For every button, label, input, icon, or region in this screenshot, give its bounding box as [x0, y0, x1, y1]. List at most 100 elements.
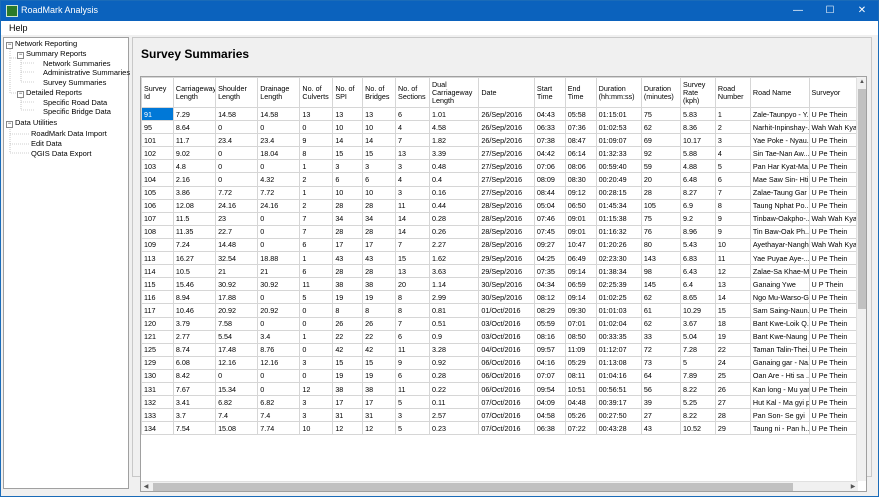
table-cell[interactable]: 08:30	[564, 172, 597, 187]
table-cell[interactable]: 10	[332, 120, 364, 135]
table-cell[interactable]: U Pe Thein	[808, 106, 859, 122]
table-cell[interactable]: 01:16:32	[595, 224, 642, 239]
table-cell[interactable]: 29/Sep/2016	[478, 251, 535, 266]
table-cell[interactable]: 5.04	[679, 329, 716, 344]
table-cell[interactable]: 109	[141, 237, 174, 253]
table-cell[interactable]: 5	[299, 290, 334, 305]
table-cell[interactable]: 28/Sep/2016	[478, 224, 535, 239]
table-cell[interactable]: 07/Oct/2016	[478, 408, 535, 423]
table-cell[interactable]: 3.79	[172, 316, 217, 331]
table-cell[interactable]: 12.16	[215, 355, 259, 370]
table-cell[interactable]: 12.08	[172, 198, 217, 213]
table-cell[interactable]: 0.11	[428, 395, 480, 410]
table-cell[interactable]: U Pe Thein	[808, 185, 859, 200]
table-cell[interactable]: 64	[640, 368, 681, 383]
table-cell[interactable]: 09:57	[533, 342, 566, 357]
table-cell[interactable]: 04:48	[564, 395, 597, 410]
table-cell[interactable]: 4.8	[172, 159, 217, 174]
table-cell[interactable]: 3.7	[172, 408, 217, 423]
table-cell[interactable]: 143	[640, 251, 681, 266]
table-cell[interactable]: 27	[714, 395, 751, 410]
table-cell[interactable]: Pan Har Kyat-Ma...	[749, 159, 810, 174]
table-cell[interactable]: 0.44	[428, 198, 480, 213]
table-cell[interactable]: U Pe Thein	[808, 355, 859, 370]
table-cell[interactable]: 8.36	[679, 120, 716, 135]
table-cell[interactable]: 10:47	[564, 237, 597, 253]
table-cell[interactable]: 9.2	[679, 211, 716, 226]
table-cell[interactable]: 2.27	[428, 237, 480, 253]
table-cell[interactable]: 7.58	[215, 316, 259, 331]
table-cell[interactable]: 8.27	[679, 185, 716, 200]
table-cell[interactable]: 27/Sep/2016	[478, 172, 535, 187]
table-cell[interactable]: Pan Son- Se gyi	[749, 408, 810, 423]
table-row[interactable]: 115 15.46 30.92 30.92 11 38 38 20 1.14 30/Sep/201…	[141, 277, 859, 292]
table-cell[interactable]: 04:58	[533, 408, 566, 423]
table-cell[interactable]: 4	[395, 120, 430, 135]
table-cell[interactable]: 8	[714, 198, 751, 213]
table-cell[interactable]: 08:44	[533, 185, 566, 200]
table-cell[interactable]: 106	[141, 198, 174, 213]
table-cell[interactable]: 0	[299, 342, 334, 357]
table-cell[interactable]: 0	[215, 120, 259, 135]
table-cell[interactable]: U Pe Thein	[808, 421, 859, 436]
table-cell[interactable]: 7	[299, 224, 334, 239]
table-cell[interactable]: 20.92	[257, 303, 301, 318]
table-cell[interactable]: 6	[362, 172, 397, 187]
table-cell[interactable]: 00:43:28	[595, 421, 642, 436]
table-cell[interactable]: 01:20:26	[595, 237, 642, 253]
tree-detailed-reports[interactable]: − Detailed Reports	[17, 88, 82, 98]
table-cell[interactable]: U Pe Thein	[808, 172, 859, 187]
table-cell[interactable]: 14	[714, 290, 751, 305]
table-cell[interactable]: Wah Wah Kyaw	[808, 211, 859, 226]
table-cell[interactable]: 00:28:15	[595, 185, 642, 200]
table-cell[interactable]: 11	[714, 251, 751, 266]
table-cell[interactable]: 3	[332, 159, 364, 174]
table-cell[interactable]: 0	[215, 172, 259, 187]
table-cell[interactable]: 101	[141, 133, 174, 148]
table-cell[interactable]: 0	[257, 159, 301, 174]
table-cell[interactable]: 145	[640, 277, 681, 292]
collapse-icon[interactable]: −	[6, 42, 13, 49]
table-row[interactable]: 125 8.74 17.48 8.76 0 42 42 11 3.28 04/Oct/2016 09…	[141, 342, 859, 357]
table-cell[interactable]: 5.88	[679, 146, 716, 161]
table-cell[interactable]: 01:02:04	[595, 316, 642, 331]
table-cell[interactable]: Sam Saing-Naun...	[749, 303, 810, 318]
table-cell[interactable]: 0.92	[428, 355, 480, 370]
table-cell[interactable]: 115	[141, 277, 174, 292]
table-cell[interactable]: 24.16	[215, 198, 259, 213]
table-cell[interactable]: 27/Sep/2016	[478, 185, 535, 200]
column-header[interactable]: Carriageway Length	[172, 77, 217, 108]
table-cell[interactable]: 0.9	[428, 329, 480, 344]
column-header[interactable]: No. of SPI	[332, 77, 364, 108]
table-cell[interactable]: 28	[714, 408, 751, 423]
table-cell[interactable]: 01:45:34	[595, 198, 642, 213]
table-cell[interactable]: 98	[640, 264, 681, 279]
table-row[interactable]: 132 3.41 6.82 6.82 3 17 17 5 0.11 07/Oct/2016 04:0…	[141, 395, 859, 410]
table-cell[interactable]: 2.99	[428, 290, 480, 305]
table-cell[interactable]: 6.82	[215, 395, 259, 410]
table-cell[interactable]: 17	[362, 395, 397, 410]
close-button[interactable]: ✕	[846, 1, 878, 21]
tree-edit-data[interactable]: Edit Data	[31, 139, 62, 148]
table-cell[interactable]: 09:30	[564, 303, 597, 318]
table-cell[interactable]: Ganaing Ywe	[749, 277, 810, 292]
table-cell[interactable]: 103	[141, 159, 174, 174]
table-cell[interactable]: 4.58	[428, 120, 480, 135]
table-cell[interactable]: 29	[714, 421, 751, 436]
table-row[interactable]: 106 12.08 24.16 24.16 2 28 28 11 0.44 28/Sep/2016…	[141, 198, 859, 213]
table-cell[interactable]: 132	[141, 395, 174, 410]
table-row[interactable]: 101 11.7 23.4 23.4 9 14 14 7 1.82 26/Sep/2016 07:3…	[141, 133, 859, 148]
table-cell[interactable]: Wah Wah Kyaw	[808, 120, 859, 135]
table-cell[interactable]: 06:33	[533, 120, 566, 135]
table-cell[interactable]: 05:58	[564, 106, 597, 122]
table-cell[interactable]: 0	[257, 381, 301, 397]
table-cell[interactable]: Ayethayar-Nangh...	[749, 237, 810, 253]
table-cell[interactable]: 9	[395, 355, 430, 370]
column-header[interactable]: Duration (minutes)	[640, 77, 681, 108]
table-cell[interactable]: 34	[332, 211, 364, 226]
table-cell[interactable]: 0.28	[428, 211, 480, 226]
horizontal-scroll-thumb[interactable]	[153, 483, 793, 491]
table-cell[interactable]: 14	[362, 133, 397, 148]
table-cell[interactable]: 114	[141, 264, 174, 279]
table-cell[interactable]: 19	[362, 290, 397, 305]
